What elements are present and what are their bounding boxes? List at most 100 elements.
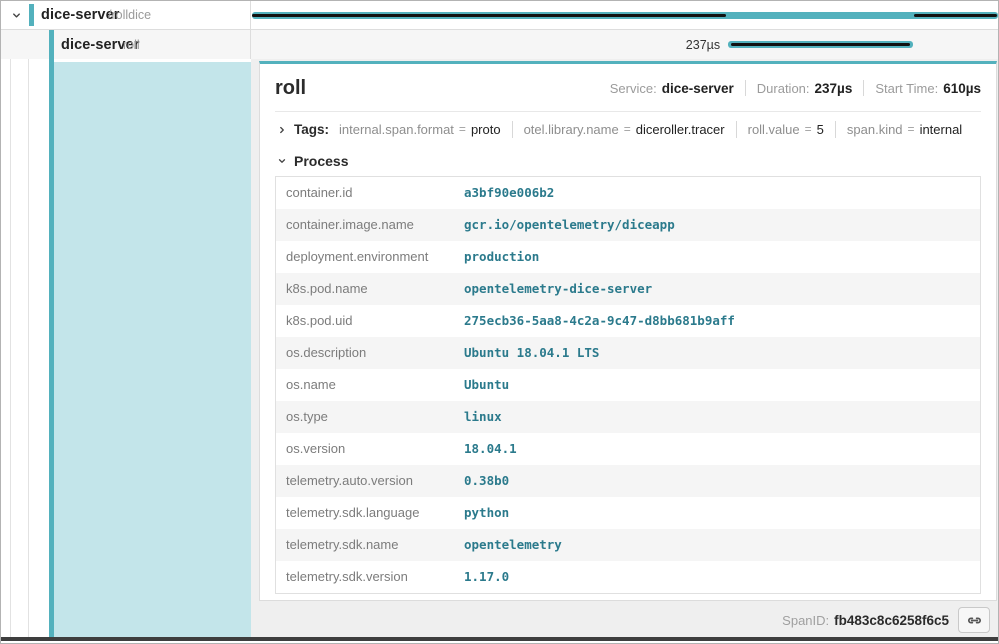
span-detail-footer: SpanID: fb483c8c6258f6c5 <box>251 606 999 634</box>
tag-key: otel.library.name <box>524 121 619 138</box>
process-value: a3bf90e006b2 <box>454 177 980 209</box>
span-duration-label: 237µs <box>251 38 720 52</box>
equals-sign: = <box>624 121 631 138</box>
equals-sign: = <box>908 121 915 138</box>
process-table-row: telemetry.auto.version 0.38b0 <box>276 465 980 497</box>
process-key: os.description <box>276 337 454 369</box>
tag-item: internal.span.format = proto <box>339 121 512 138</box>
tags-section-toggle[interactable]: Tags: internal.span.format = proto otel.… <box>275 112 981 147</box>
chevron-down-icon[interactable] <box>8 7 24 23</box>
process-section-label: Process <box>294 152 348 170</box>
parent-span-core-segment <box>252 14 726 17</box>
trace-timeline-view: dice-server /rolldice dice-server roll 2… <box>0 0 999 644</box>
process-value: production <box>454 241 980 273</box>
process-table-row: os.type linux <box>276 401 980 433</box>
child-span-bar <box>728 41 913 48</box>
process-table-row: k8s.pod.uid 275ecb36-5aa8-4c2a-9c47-d8bb… <box>276 305 980 337</box>
service-value: dice-server <box>662 81 734 96</box>
process-key: deployment.environment <box>276 241 454 273</box>
operation-name: /rolldice <box>108 8 151 22</box>
tag-key: internal.span.format <box>339 121 454 138</box>
process-key: telemetry.auto.version <box>276 465 454 497</box>
process-key: container.id <box>276 177 454 209</box>
process-key: k8s.pod.uid <box>276 305 454 337</box>
process-table-row: deployment.environment production <box>276 241 980 273</box>
equals-sign: = <box>805 121 812 138</box>
process-value: 275ecb36-5aa8-4c2a-9c47-d8bb681b9aff <box>454 305 980 337</box>
process-key: telemetry.sdk.name <box>276 529 454 561</box>
span-tree-cell[interactable]: dice-server roll <box>1 30 251 59</box>
tag-value: 5 <box>817 121 824 138</box>
start-time-value: 610µs <box>943 81 981 96</box>
process-value: Ubuntu 18.04.1 LTS <box>454 337 980 369</box>
equals-sign: = <box>459 121 466 138</box>
process-key: os.name <box>276 369 454 401</box>
link-icon <box>966 612 983 629</box>
process-table: container.id a3bf90e006b2 container.imag… <box>275 176 981 594</box>
process-value: gcr.io/opentelemetry/diceapp <box>454 209 980 241</box>
process-table-row: os.version 18.04.1 <box>276 433 980 465</box>
process-table-row: container.id a3bf90e006b2 <box>276 177 980 209</box>
tree-indent-guide <box>10 59 11 638</box>
process-value: 0.38b0 <box>454 465 980 497</box>
selected-span-color-stripe <box>49 30 54 638</box>
process-key: os.version <box>276 433 454 465</box>
tag-item: roll.value = 5 <box>736 121 835 138</box>
process-section-toggle[interactable]: Process <box>275 147 981 176</box>
process-key: container.image.name <box>276 209 454 241</box>
process-value: Ubuntu <box>454 369 980 401</box>
span-tree-cell[interactable]: dice-server /rolldice <box>1 1 251 29</box>
span-detail-header: roll Service: dice-server Duration: 237µ… <box>275 64 981 112</box>
process-value: linux <box>454 401 980 433</box>
span-color-bar <box>29 4 34 26</box>
bottom-edge-band <box>1 637 998 641</box>
process-table-row: container.image.name gcr.io/opentelemetr… <box>276 209 980 241</box>
selected-span-highlight-block <box>54 62 251 638</box>
span-id-label: SpanID: <box>782 613 829 628</box>
tag-key: roll.value <box>748 121 800 138</box>
process-value: python <box>454 497 980 529</box>
copy-link-button[interactable] <box>958 607 990 633</box>
chevron-down-icon <box>275 154 289 168</box>
process-key: os.type <box>276 401 454 433</box>
tag-item: otel.library.name = diceroller.tracer <box>512 121 736 138</box>
duration-value: 237µs <box>815 81 853 96</box>
span-row-rolldice[interactable]: dice-server /rolldice <box>1 1 998 30</box>
process-table-row: k8s.pod.name opentelemetry-dice-server <box>276 273 980 305</box>
timeline-cell[interactable] <box>251 1 999 29</box>
process-table-row: telemetry.sdk.version 1.17.0 <box>276 561 980 593</box>
process-table-row: telemetry.sdk.name opentelemetry <box>276 529 980 561</box>
tag-value: proto <box>471 121 501 138</box>
tag-key: span.kind <box>847 121 903 138</box>
tag-value: internal <box>920 121 963 138</box>
tag-item: span.kind = internal <box>835 121 973 138</box>
duration-label: Duration: <box>757 81 810 96</box>
span-detail-pane: roll Service: dice-server Duration: 237µ… <box>251 59 999 638</box>
process-key: telemetry.sdk.language <box>276 497 454 529</box>
process-value: 18.04.1 <box>454 433 980 465</box>
process-value: opentelemetry-dice-server <box>454 273 980 305</box>
process-value: 1.17.0 <box>454 561 980 593</box>
tags-section-label: Tags: <box>294 121 329 138</box>
process-table-row: os.name Ubuntu <box>276 369 980 401</box>
process-table-row: telemetry.sdk.language python <box>276 497 980 529</box>
parent-span-bar <box>252 12 998 19</box>
process-table-row: os.description Ubuntu 18.04.1 LTS <box>276 337 980 369</box>
span-overview: Service: dice-server Duration: 237µs Sta… <box>610 80 981 96</box>
span-title: roll <box>275 75 610 101</box>
span-id-value: fb483c8c6258f6c5 <box>834 613 949 628</box>
timeline-cell[interactable]: 237µs <box>251 30 999 59</box>
tag-list: internal.span.format = proto otel.librar… <box>339 121 973 138</box>
span-row-roll[interactable]: dice-server roll 237µs <box>1 30 998 59</box>
parent-span-core-segment <box>914 14 997 17</box>
child-span-core <box>731 43 910 46</box>
divider <box>863 80 864 96</box>
divider <box>745 80 746 96</box>
process-key: k8s.pod.name <box>276 273 454 305</box>
span-detail-card: roll Service: dice-server Duration: 237µ… <box>259 61 997 601</box>
service-label: Service: <box>610 81 657 96</box>
start-time-label: Start Time: <box>875 81 938 96</box>
process-value: opentelemetry <box>454 529 980 561</box>
tree-indent-guide <box>28 59 29 638</box>
tag-value: diceroller.tracer <box>636 121 725 138</box>
